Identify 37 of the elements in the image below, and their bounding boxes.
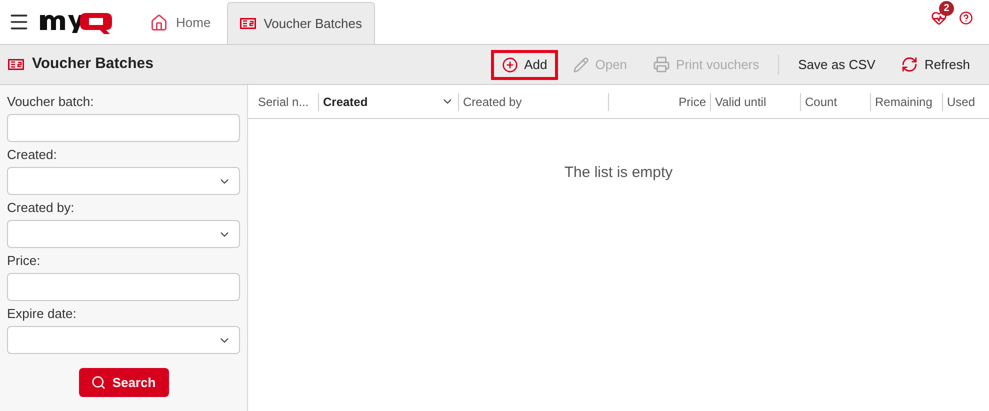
tab[interactable]: Voucher Batches: [226, 2, 375, 44]
column-header[interactable]: Created: [323, 92, 368, 110]
printer-icon: [653, 56, 670, 73]
page-title: Voucher Batches: [32, 54, 154, 74]
tab[interactable]: Home: [138, 2, 223, 44]
refresh-icon: [901, 56, 918, 73]
field-label: Price:: [7, 252, 42, 269]
column-header[interactable]: Created by: [463, 92, 522, 110]
column-header[interactable]: Count: [805, 92, 838, 110]
help-icon[interactable]: [959, 11, 973, 25]
empty-message: The list is empty: [564, 163, 673, 183]
notification-badge: 2: [939, 1, 954, 16]
field-label: Expire date:: [7, 305, 78, 322]
voucher-icon: [240, 18, 256, 29]
search-icon: [91, 375, 106, 390]
toolbar-button[interactable]: Refresh: [890, 50, 981, 80]
field-label: Created:: [7, 146, 58, 163]
plus-icon: [502, 56, 518, 72]
toolbar-button[interactable]: Save as CSV: [787, 50, 886, 80]
column-header[interactable]: Valid until: [715, 92, 766, 110]
voucher-icon: [8, 59, 24, 70]
search-button[interactable]: Search: [78, 368, 168, 397]
column-header[interactable]: Price: [678, 92, 706, 110]
dropdown-field[interactable]: [7, 220, 240, 248]
column-header[interactable]: Serial n...: [258, 92, 309, 110]
field-label: Created by:: [7, 199, 76, 216]
input-field[interactable]: [7, 273, 240, 301]
field-label: Voucher batch:: [7, 93, 95, 110]
column-header[interactable]: Remaining: [875, 92, 932, 110]
pencil-icon: [573, 56, 590, 72]
dropdown-field[interactable]: [7, 167, 240, 195]
heart-pulse-icon[interactable]: [931, 10, 947, 26]
input-field[interactable]: [7, 114, 240, 142]
column-header[interactable]: Used: [947, 92, 976, 110]
dropdown-field[interactable]: [7, 326, 240, 354]
home-icon: [150, 14, 168, 32]
toolbar-button[interactable]: Add: [491, 50, 558, 80]
